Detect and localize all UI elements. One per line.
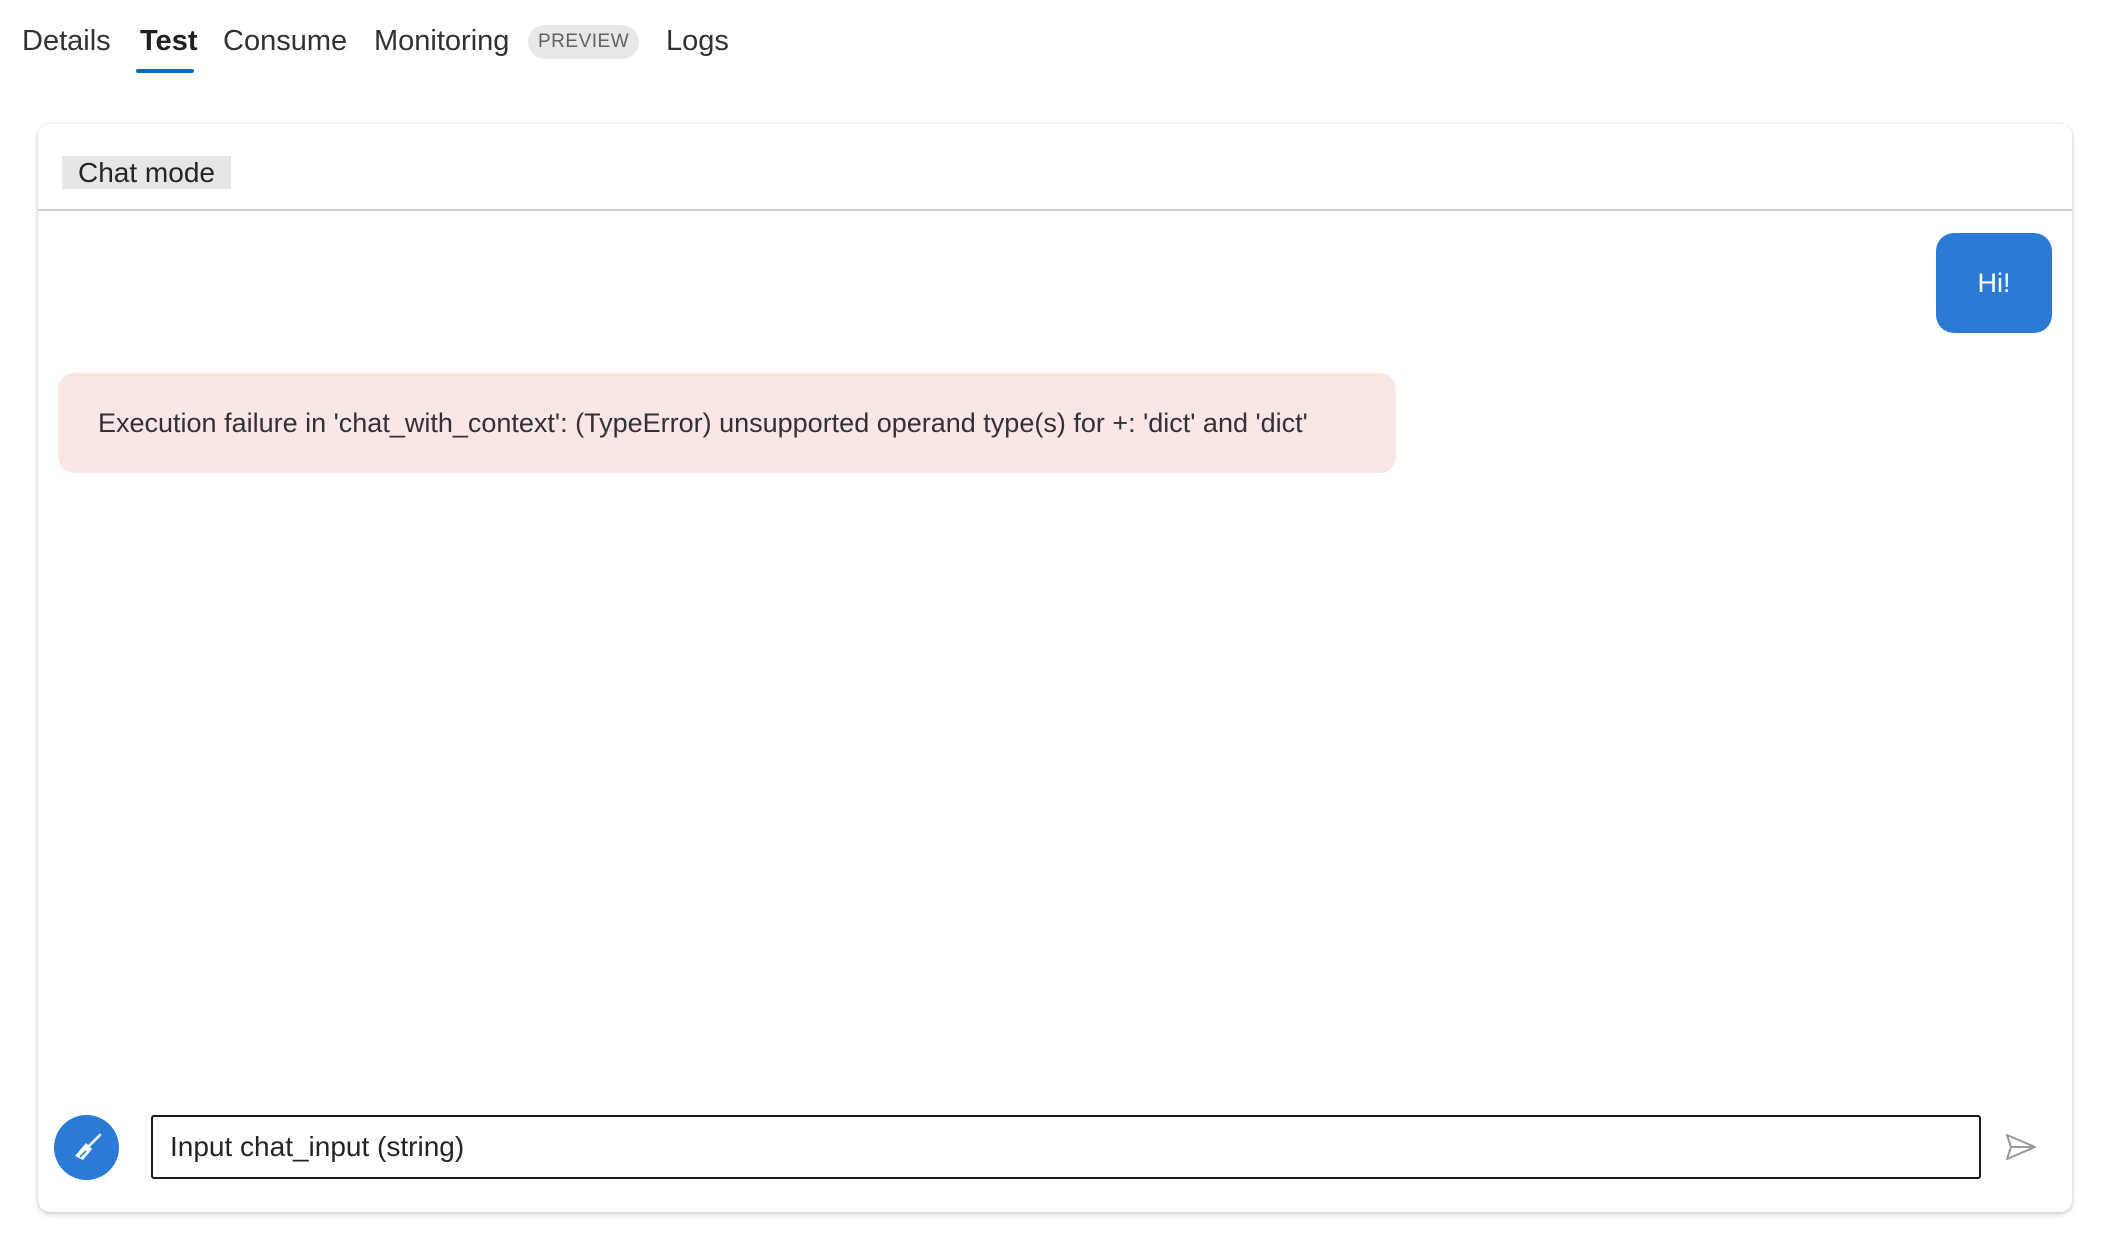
broom-icon [74,1133,101,1160]
send-icon [2006,1134,2036,1160]
error-message: Execution failure in 'chat_with_context'… [58,373,1396,473]
tab-details[interactable]: Details [22,20,111,72]
clear-chat-button[interactable] [54,1115,119,1180]
chat-panel-header: Chat mode [38,124,2072,211]
tab-test[interactable]: Test [140,20,197,72]
send-button[interactable] [2000,1127,2042,1167]
active-tab-indicator [136,69,194,73]
tab-logs[interactable]: Logs [666,20,729,72]
tab-consume[interactable]: Consume [223,20,347,72]
chat-input[interactable] [151,1115,1981,1179]
tab-monitoring[interactable]: Monitoring [374,20,509,72]
chat-panel: Chat mode Hi! Execution failure in 'chat… [38,124,2072,1212]
user-message[interactable]: Hi! [1936,233,2052,333]
tab-bar: Details Test Consume Monitoring PREVIEW … [0,0,2102,80]
chat-mode-label: Chat mode [62,156,231,189]
preview-badge: PREVIEW [528,25,640,59]
